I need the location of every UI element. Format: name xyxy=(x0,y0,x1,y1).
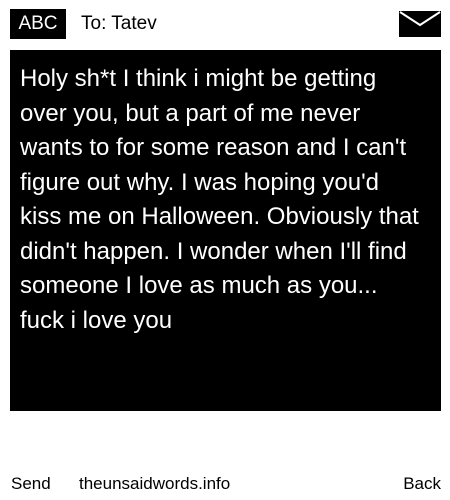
input-mode-badge[interactable]: ABC xyxy=(10,9,66,39)
message-body[interactable]: Holy sh*t I think i might be getting ove… xyxy=(10,50,441,411)
message-header: ABC To: Tatev xyxy=(0,0,450,44)
send-button[interactable]: Send xyxy=(11,470,51,498)
envelope-icon[interactable] xyxy=(399,11,441,37)
softkey-bar: Send theunsaidwords.info Back xyxy=(0,470,450,498)
back-button[interactable]: Back xyxy=(403,470,441,498)
site-link[interactable]: theunsaidwords.info xyxy=(79,470,230,498)
recipient-label: To: Tatev xyxy=(81,13,157,34)
